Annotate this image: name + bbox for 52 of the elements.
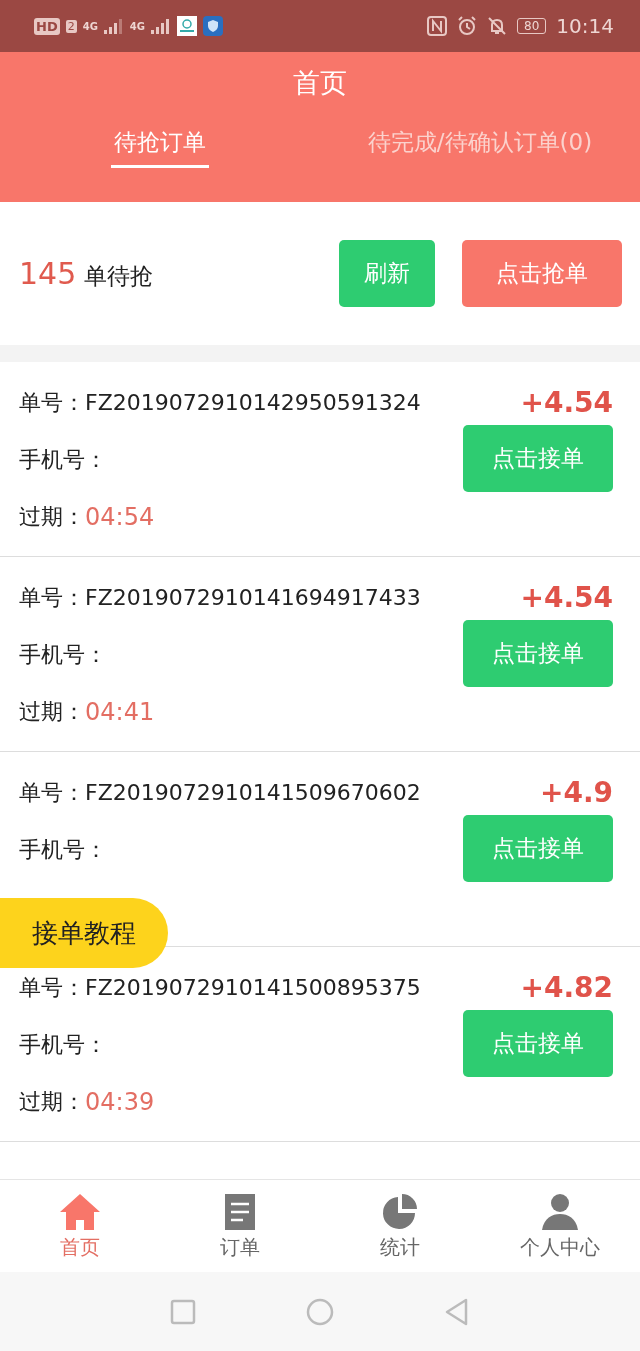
sim-badge: 2 <box>65 19 77 33</box>
tutorial-button[interactable]: 接单教程 <box>0 898 168 968</box>
pending-count: 145 <box>19 255 77 291</box>
expiry-label: 过期： <box>19 1087 85 1116</box>
page-title: 首页 <box>293 66 347 100</box>
battery-indicator: 80 <box>517 18 547 34</box>
nfc-icon <box>427 16 448 36</box>
app-icon <box>177 16 197 36</box>
home-circle-icon[interactable] <box>305 1296 335 1327</box>
expiry-time: 04:41 <box>85 697 155 726</box>
network-label: 4G <box>82 20 98 32</box>
order-number-label: 单号： <box>19 778 85 807</box>
order-number: FZ2019072910141509670602 <box>85 780 421 805</box>
nav-item[interactable]: 订单 <box>160 1180 320 1272</box>
accept-button[interactable]: 点击接单 <box>463 620 613 687</box>
order-number-label: 单号： <box>19 973 85 1002</box>
order-number-label: 单号： <box>19 583 85 612</box>
home-icon <box>58 1191 102 1232</box>
phone-label: 手机号： <box>19 445 107 474</box>
hd-badge: HD <box>34 17 60 35</box>
shield-icon <box>203 16 223 36</box>
network-label: 4G <box>129 20 145 32</box>
grab-button[interactable]: 点击抢单 <box>462 240 622 307</box>
expiry-label: 过期： <box>19 697 85 726</box>
alarm-icon <box>457 16 478 36</box>
order-number: FZ2019072910141500895375 <box>85 975 421 1000</box>
accept-button[interactable]: 点击接单 <box>463 1010 613 1077</box>
phone-label: 手机号： <box>19 640 107 669</box>
tab[interactable]: 待完成/待确认订单(0) <box>320 127 640 168</box>
accept-button[interactable]: 点击接单 <box>463 425 613 492</box>
clock-time: 10:14 <box>556 14 614 38</box>
expiry-time: 04:39 <box>85 1087 155 1116</box>
order-amount: +4.54 <box>520 386 613 419</box>
order-number-label: 单号： <box>19 388 85 417</box>
pending-label: 单待抢 <box>84 261 154 291</box>
order-amount: +4.82 <box>520 971 613 1004</box>
expiry-time: 04:54 <box>85 502 155 531</box>
refresh-button[interactable]: 刷新 <box>339 240 435 307</box>
order-number: FZ2019072910141694917433 <box>85 585 421 610</box>
signal-icon <box>103 18 124 34</box>
phone-label: 手机号： <box>19 1030 107 1059</box>
signal-icon <box>151 18 171 34</box>
nav-item[interactable]: 个人中心 <box>480 1180 640 1272</box>
nav-item[interactable]: 统计 <box>320 1180 480 1272</box>
expiry-label: 过期： <box>19 502 85 531</box>
nav-item[interactable]: 首页 <box>0 1180 160 1272</box>
phone-label: 手机号： <box>19 835 107 864</box>
muted-bell-icon <box>487 16 508 36</box>
order-number: FZ2019072910142950591324 <box>85 390 421 415</box>
order-amount: +4.54 <box>520 581 613 614</box>
accept-button[interactable]: 点击接单 <box>463 815 613 882</box>
order-amount: +4.9 <box>539 776 613 809</box>
